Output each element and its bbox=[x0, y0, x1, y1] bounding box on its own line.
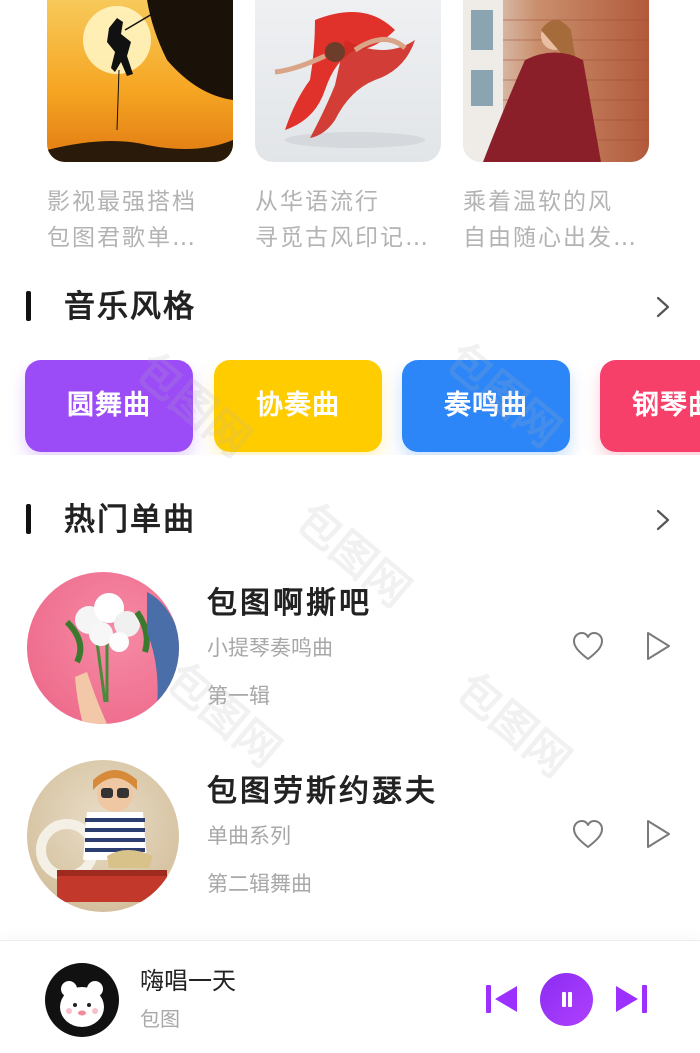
playlist-card[interactable]: 从华语流行 寻觅古风印记… bbox=[255, 0, 441, 256]
genre-chip[interactable]: 协奏曲 bbox=[214, 360, 382, 452]
section-title: 热门单曲 bbox=[64, 502, 196, 538]
playlist-subtitle: 寻觅古风印记… bbox=[255, 225, 430, 251]
song-title: 包图啊撕吧 bbox=[207, 586, 372, 621]
heart-icon[interactable] bbox=[571, 630, 605, 664]
song-subtitle: 单曲系列 bbox=[207, 824, 291, 848]
now-playing-title: 嗨唱一天 bbox=[140, 967, 236, 995]
song-row[interactable]: 包图劳斯约瑟夫 单曲系列 第二辑舞曲 bbox=[0, 760, 700, 920]
playlist-subtitle: 自由随心出发… bbox=[463, 225, 638, 251]
playlist-title: 影视最强搭档 bbox=[47, 189, 197, 215]
genre-chip[interactable]: 奏鸣曲 bbox=[402, 360, 570, 452]
playlist-card[interactable]: 乘着温软的风 自由随心出发… bbox=[463, 0, 649, 256]
playlist-title: 从华语流行 bbox=[255, 189, 380, 215]
playlist-cover-image bbox=[47, 0, 233, 162]
hot-singles-header: 热门单曲 bbox=[0, 500, 700, 540]
music-style-header: 音乐风格 bbox=[0, 287, 700, 327]
play-icon[interactable] bbox=[644, 630, 672, 662]
genre-chip[interactable]: 圆舞曲 bbox=[25, 360, 193, 452]
chevron-right-icon[interactable] bbox=[654, 508, 672, 532]
playlist-title: 乘着温软的风 bbox=[463, 189, 613, 215]
chevron-right-icon[interactable] bbox=[654, 295, 672, 319]
previous-track-icon[interactable] bbox=[484, 983, 520, 1015]
genre-chip-list: 圆舞曲 协奏曲 奏鸣曲 钢琴曲 bbox=[0, 360, 700, 455]
pause-button[interactable] bbox=[540, 973, 593, 1026]
playlist-carousel: 影视最强搭档 包图君歌单… 从华语流行 寻觅古风印记… 乘着温软的风 自由随心出… bbox=[0, 0, 700, 270]
song-cover-image bbox=[27, 572, 179, 724]
song-title: 包图劳斯约瑟夫 bbox=[207, 774, 438, 809]
playlist-subtitle: 包图君歌单… bbox=[47, 225, 197, 251]
song-album: 第一辑 bbox=[207, 684, 270, 708]
song-album: 第二辑舞曲 bbox=[207, 872, 312, 896]
song-subtitle: 小提琴奏鸣曲 bbox=[207, 636, 333, 660]
section-marker bbox=[26, 291, 31, 321]
next-track-icon[interactable] bbox=[613, 983, 649, 1015]
section-title: 音乐风格 bbox=[64, 289, 196, 325]
heart-icon[interactable] bbox=[571, 818, 605, 852]
playlist-cover-image bbox=[463, 0, 649, 162]
playlist-card[interactable]: 影视最强搭档 包图君歌单… bbox=[47, 0, 233, 256]
playlist-cover-image bbox=[255, 0, 441, 162]
play-icon[interactable] bbox=[644, 818, 672, 850]
genre-chip[interactable]: 钢琴曲 bbox=[600, 360, 700, 452]
song-cover-image bbox=[27, 760, 179, 912]
now-playing-artist: 包图 bbox=[140, 1007, 180, 1031]
mini-player[interactable]: 嗨唱一天 包图 bbox=[0, 940, 700, 1053]
song-row[interactable]: 包图啊撕吧 小提琴奏鸣曲 第一辑 bbox=[0, 572, 700, 732]
section-marker bbox=[26, 504, 31, 534]
now-playing-avatar bbox=[45, 963, 119, 1037]
